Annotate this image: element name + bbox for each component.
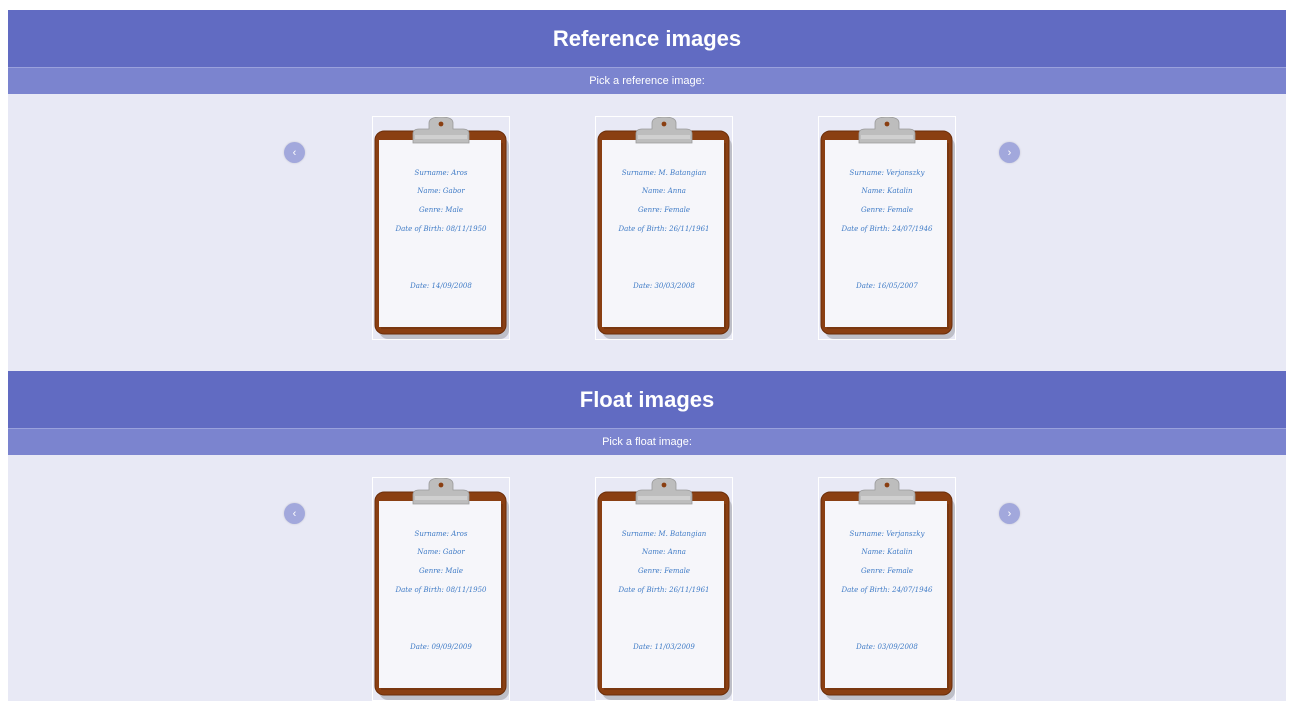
card-text: Surname: Verjanszky Name: Katalin Genre: F… [829, 117, 945, 339]
image-card[interactable]: Surname: M. Batangian Name: Anna Genre: Fe… [595, 116, 733, 340]
card-text: Surname: Aros Name: Gabor Genre: Male Date … [383, 117, 499, 339]
image-card[interactable]: Surname: Aros Name: Gabor Genre: Male Date … [372, 116, 510, 340]
carousel: ‹ Surname: Aros Name: Gabor Genre: Male Dat… [8, 94, 1286, 371]
card-name: Name: Katalin [861, 187, 913, 195]
chevron-right-icon: › [1007, 146, 1012, 159]
card-date: Date: 09/09/2009 [410, 643, 472, 651]
card-text: Surname: Aros Name: Gabor Genre: Male Date … [383, 478, 499, 700]
sections-container: Reference images Pick a reference image: ‹… [8, 10, 1286, 701]
section-title: Float images [8, 371, 1286, 428]
reference-images-section: Reference images Pick a reference image: ‹… [8, 10, 1286, 371]
card-name: Name: Gabor [417, 187, 465, 195]
card-surname: Surname: M. Batangian [621, 169, 707, 177]
carousel-next-button[interactable]: › [999, 503, 1020, 524]
card-dob: Date of Birth: 08/11/1950 [395, 225, 487, 233]
card-date: Date: 03/09/2008 [856, 643, 918, 651]
chevron-left-icon: ‹ [292, 146, 297, 159]
carousel-next-button[interactable]: › [999, 142, 1020, 163]
card-name: Name: Anna [642, 548, 686, 556]
card-text: Surname: M. Batangian Name: Anna Genre: Fe… [606, 478, 722, 700]
card-date: Date: 14/09/2008 [410, 282, 472, 290]
card-date: Date: 16/05/2007 [856, 282, 918, 290]
float-images-section: Float images Pick a float image: ‹ Surname… [8, 371, 1286, 701]
card-genre: Genre: Female [860, 567, 914, 575]
image-card[interactable]: Surname: Aros Name: Gabor Genre: Male Date … [372, 477, 510, 701]
card-text: Surname: M. Batangian Name: Anna Genre: Fe… [606, 117, 722, 339]
card-surname: Surname: Aros [414, 169, 468, 177]
card-date: Date: 30/03/2008 [633, 282, 695, 290]
section-title: Reference images [8, 10, 1286, 67]
card-dob: Date of Birth: 24/07/1946 [841, 225, 933, 233]
card-genre: Genre: Male [418, 206, 464, 214]
card-dob: Date of Birth: 26/11/1961 [618, 225, 710, 233]
image-card[interactable]: Surname: Verjanszky Name: Katalin Genre: F… [818, 477, 956, 701]
card-surname: Surname: Verjanszky [849, 530, 925, 538]
card-genre: Genre: Female [637, 206, 691, 214]
card-dob: Date of Birth: 26/11/1961 [618, 586, 710, 594]
card-name: Name: Katalin [861, 548, 913, 556]
carousel-prev-button[interactable]: ‹ [284, 142, 305, 163]
card-genre: Genre: Female [637, 567, 691, 575]
carousel-prev-button[interactable]: ‹ [284, 503, 305, 524]
card-dob: Date of Birth: 08/11/1950 [395, 586, 487, 594]
chevron-left-icon: ‹ [292, 507, 297, 520]
image-card[interactable]: Surname: M. Batangian Name: Anna Genre: Fe… [595, 477, 733, 701]
chevron-right-icon: › [1007, 507, 1012, 520]
card-genre: Genre: Male [418, 567, 464, 575]
section-subtitle: Pick a reference image: [8, 67, 1286, 94]
page: Reference images Pick a reference image: ‹… [8, 10, 1286, 701]
card-name: Name: Anna [642, 187, 686, 195]
carousel: ‹ Surname: Aros Name: Gabor Genre: Male Dat… [8, 455, 1286, 701]
card-genre: Genre: Female [860, 206, 914, 214]
card-date: Date: 11/03/2009 [633, 643, 695, 651]
card-surname: Surname: Verjanszky [849, 169, 925, 177]
card-dob: Date of Birth: 24/07/1946 [841, 586, 933, 594]
card-surname: Surname: M. Batangian [621, 530, 707, 538]
card-text: Surname: Verjanszky Name: Katalin Genre: F… [829, 478, 945, 700]
section-subtitle: Pick a float image: [8, 428, 1286, 455]
image-card[interactable]: Surname: Verjanszky Name: Katalin Genre: F… [818, 116, 956, 340]
card-surname: Surname: Aros [414, 530, 468, 538]
card-name: Name: Gabor [417, 548, 465, 556]
